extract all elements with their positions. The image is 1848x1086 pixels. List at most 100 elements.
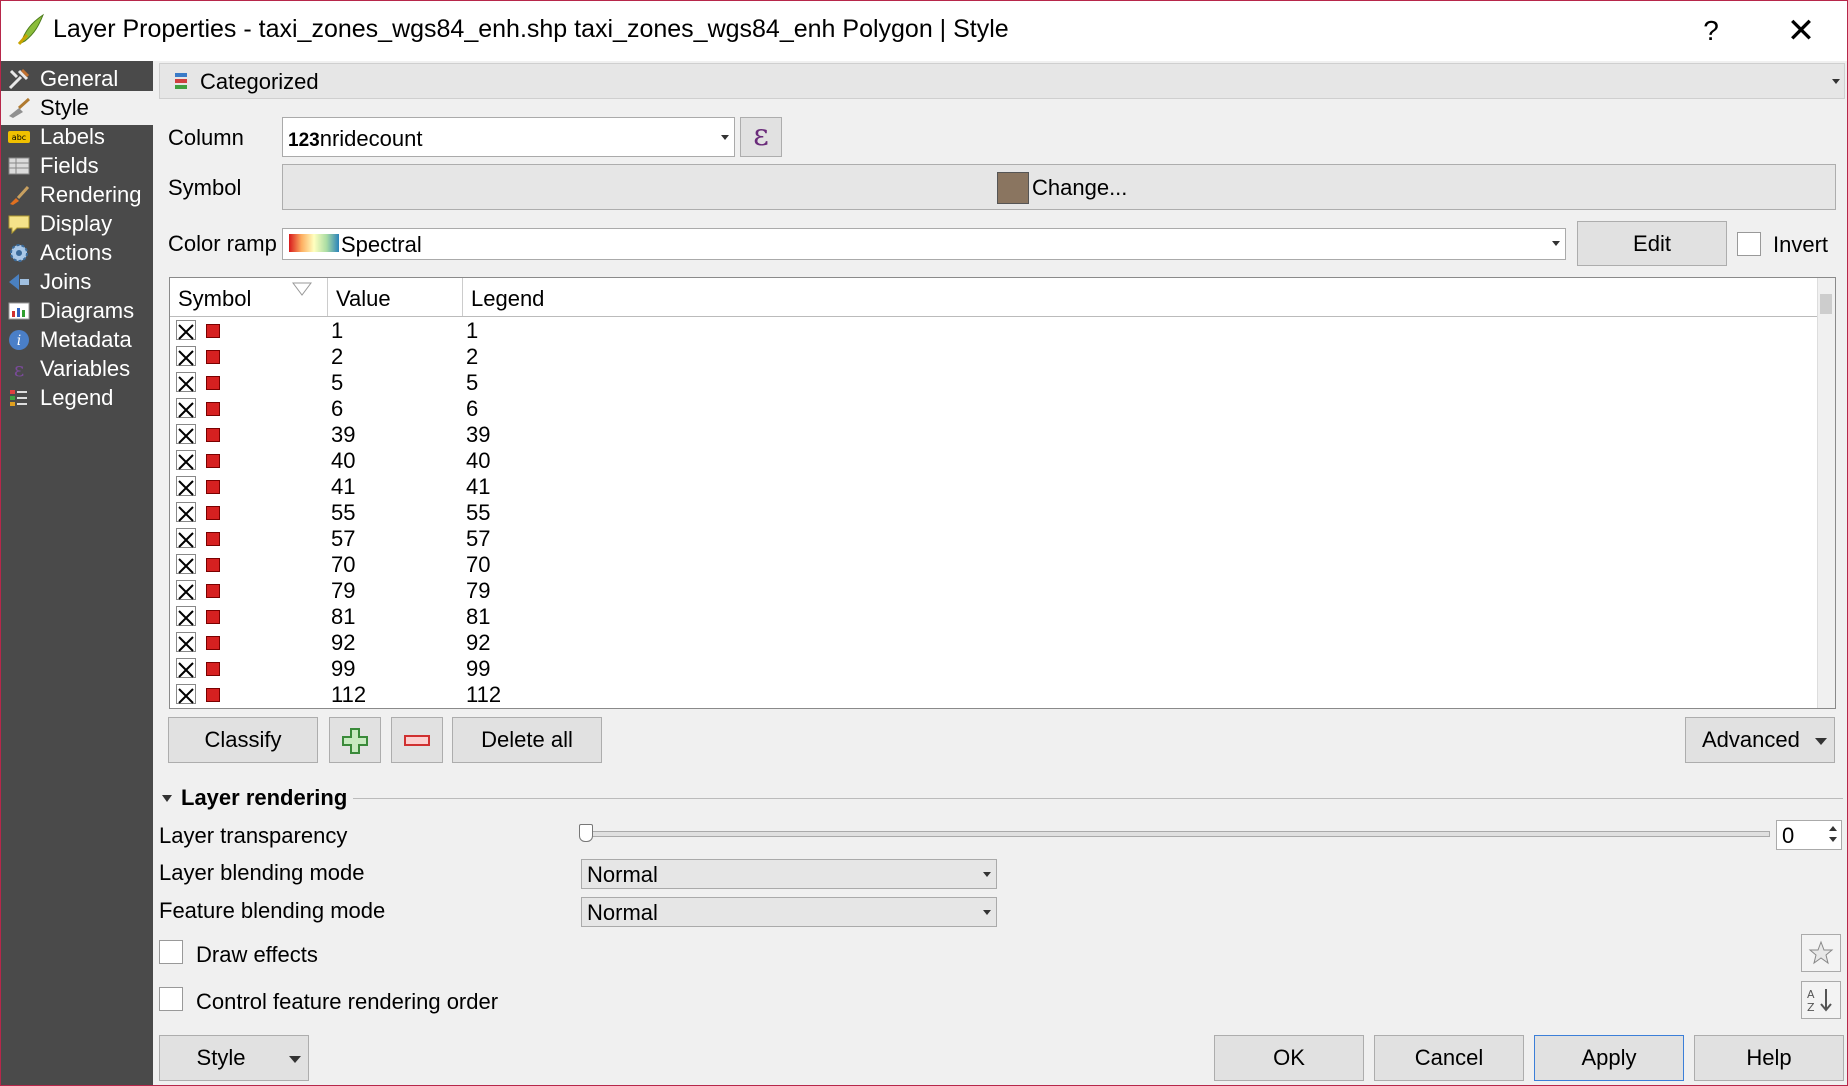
expression-button[interactable]: ε <box>740 117 782 157</box>
column-header-legend[interactable]: Legend <box>463 278 1817 316</box>
edit-ramp-button[interactable]: Edit <box>1577 221 1727 266</box>
svg-text:i: i <box>17 333 21 349</box>
spin-arrows-icon[interactable] <box>1827 823 1839 845</box>
style-menu-button[interactable]: Style <box>159 1035 309 1081</box>
renderer-type-select[interactable]: Categorized <box>159 63 1845 99</box>
column-header-symbol[interactable]: Symbol <box>170 278 328 316</box>
scrollbar-thumb[interactable] <box>1820 294 1832 314</box>
category-legend: 79 <box>466 578 491 603</box>
table-scrollbar[interactable] <box>1817 278 1835 708</box>
table-row[interactable]: 55 55 <box>170 500 1817 526</box>
epsilon-icon: ε <box>14 357 24 381</box>
control-rendering-order-checkbox[interactable] <box>159 987 183 1011</box>
sidebar-item-label: Display <box>40 211 113 236</box>
category-checkbox[interactable] <box>176 684 196 704</box>
color-ramp-select[interactable]: Spectral <box>282 228 1566 260</box>
category-symbol-swatch[interactable] <box>206 454 220 468</box>
delete-category-button[interactable] <box>391 717 443 763</box>
symbol-swatch <box>997 172 1029 204</box>
category-symbol-swatch[interactable] <box>206 324 220 338</box>
table-row[interactable]: 81 81 <box>170 604 1817 630</box>
table-row[interactable]: 70 70 <box>170 552 1817 578</box>
sidebar-item-legend[interactable]: Legend <box>1 381 153 415</box>
category-checkbox[interactable] <box>176 528 196 548</box>
help-button[interactable]: Help <box>1694 1035 1844 1081</box>
category-symbol-swatch[interactable] <box>206 662 220 676</box>
rendering-order-button[interactable]: A Z <box>1801 981 1841 1019</box>
category-checkbox[interactable] <box>176 476 196 496</box>
checked-x-icon <box>178 688 194 704</box>
collapse-arrow-icon <box>162 795 172 802</box>
category-checkbox[interactable] <box>176 346 196 366</box>
category-checkbox[interactable] <box>176 658 196 678</box>
sort-az-icon: A Z <box>1807 988 1832 1014</box>
column-select[interactable]: 123nridecount <box>282 117 735 157</box>
table-row[interactable]: 92 92 <box>170 630 1817 656</box>
category-symbol-swatch[interactable] <box>206 402 220 416</box>
table-row[interactable]: 57 57 <box>170 526 1817 552</box>
category-checkbox[interactable] <box>176 398 196 418</box>
invert-checkbox[interactable] <box>1737 232 1761 256</box>
table-row[interactable]: 40 40 <box>170 448 1817 474</box>
chevron-down-icon <box>289 1056 301 1063</box>
category-symbol-swatch[interactable] <box>206 428 220 442</box>
category-checkbox[interactable] <box>176 320 196 340</box>
classify-button[interactable]: Classify <box>168 717 318 763</box>
category-checkbox[interactable] <box>176 424 196 444</box>
help-title-button[interactable]: ? <box>1681 7 1741 55</box>
category-checkbox[interactable] <box>176 450 196 470</box>
category-symbol-swatch[interactable] <box>206 350 220 364</box>
category-symbol-swatch[interactable] <box>206 376 220 390</box>
category-symbol-swatch[interactable] <box>206 558 220 572</box>
apply-button[interactable]: Apply <box>1534 1035 1684 1081</box>
category-checkbox[interactable] <box>176 554 196 574</box>
transparency-slider-handle[interactable] <box>579 824 593 842</box>
category-checkbox[interactable] <box>176 580 196 600</box>
draw-effects-checkbox[interactable] <box>159 940 183 964</box>
change-symbol-button[interactable]: Change... <box>282 164 1836 210</box>
category-checkbox[interactable] <box>176 502 196 522</box>
checked-x-icon <box>178 480 194 496</box>
sidebar-item-label: Joins <box>40 269 92 294</box>
advanced-button[interactable]: Advanced <box>1685 717 1835 763</box>
category-checkbox[interactable] <box>176 372 196 392</box>
delete-all-button[interactable]: Delete all <box>452 717 602 763</box>
transparency-slider[interactable] <box>583 831 1770 837</box>
transparency-spinbox[interactable]: 0 <box>1776 820 1842 850</box>
table-row[interactable]: 55 <box>170 370 1817 396</box>
table-row[interactable]: 99 99 <box>170 656 1817 682</box>
category-symbol-swatch[interactable] <box>206 610 220 624</box>
category-legend: 57 <box>466 526 491 551</box>
checked-x-icon <box>178 558 194 574</box>
category-symbol-swatch[interactable] <box>206 480 220 494</box>
close-button[interactable]: ✕ <box>1771 7 1831 55</box>
table-row[interactable]: 112 112 <box>170 682 1817 708</box>
sort-indicator-icon <box>292 282 312 296</box>
category-symbol-swatch[interactable] <box>206 636 220 650</box>
column-header-value[interactable]: Value <box>328 278 463 316</box>
table-row[interactable]: 41 41 <box>170 474 1817 500</box>
table-row[interactable]: 66 <box>170 396 1817 422</box>
table-row[interactable]: 11 <box>170 318 1817 344</box>
table-row[interactable]: 39 39 <box>170 422 1817 448</box>
categories-table[interactable]: Symbol Value Legend 1 1 2 2 5 5 6 6 39 39 40 40 41 41… <box>169 277 1836 709</box>
category-symbol-swatch[interactable] <box>206 584 220 598</box>
table-row[interactable]: 79 79 <box>170 578 1817 604</box>
category-symbol-swatch[interactable] <box>206 532 220 546</box>
svg-text:A: A <box>1807 988 1815 1001</box>
category-symbol-swatch[interactable] <box>206 688 220 702</box>
sidebar: General Style abc Labels Fields Renderin… <box>1 61 153 1085</box>
layer-blending-select[interactable]: Normal <box>581 859 997 889</box>
add-category-button[interactable] <box>329 717 381 763</box>
category-value: 70 <box>331 552 356 577</box>
chevron-down-icon <box>983 910 991 915</box>
feature-blending-select[interactable]: Normal <box>581 897 997 927</box>
category-checkbox[interactable] <box>176 632 196 652</box>
table-row[interactable]: 22 <box>170 344 1817 370</box>
ok-button[interactable]: OK <box>1214 1035 1364 1081</box>
category-symbol-swatch[interactable] <box>206 506 220 520</box>
cancel-button[interactable]: Cancel <box>1374 1035 1524 1081</box>
category-checkbox[interactable] <box>176 606 196 626</box>
checked-x-icon <box>178 610 194 626</box>
effects-button[interactable] <box>1801 934 1841 972</box>
